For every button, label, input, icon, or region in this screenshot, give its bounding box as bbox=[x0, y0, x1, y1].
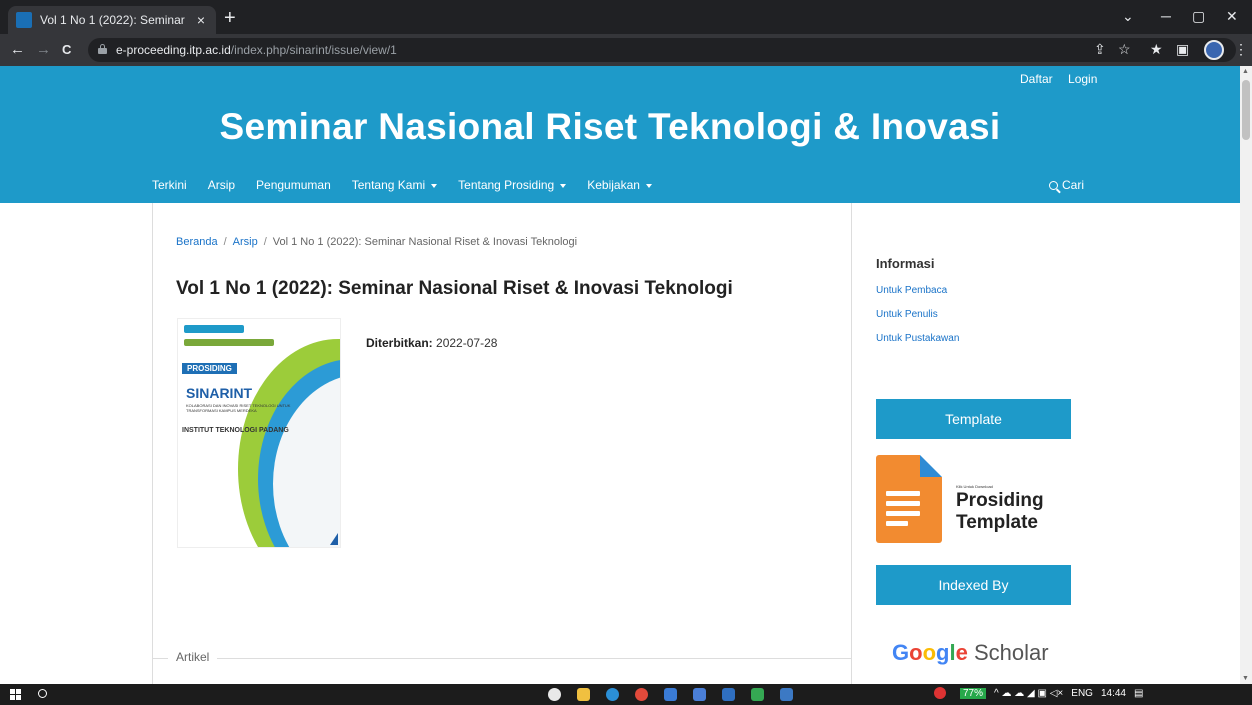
issue-cover-image[interactable]: PROSIDING SINARINT KOLABORASI DAN INOVAS… bbox=[177, 318, 341, 548]
edge-icon[interactable] bbox=[606, 688, 619, 701]
obs-icon[interactable] bbox=[548, 688, 561, 701]
indexed-by-button[interactable]: Indexed By bbox=[876, 565, 1071, 605]
site-favicon-icon bbox=[16, 12, 32, 28]
tray-app-icon[interactable] bbox=[934, 687, 946, 699]
cover-institution: INSTITUT TEKNOLOGI PADANG bbox=[182, 427, 289, 434]
nav-arsip[interactable]: Arsip bbox=[208, 178, 235, 192]
excel-icon[interactable] bbox=[751, 688, 764, 701]
site-header: Daftar Login Seminar Nasional Riset Tekn… bbox=[0, 66, 1240, 203]
url-text: e-proceeding.itp.ac.id/index.php/sinarin… bbox=[116, 43, 397, 57]
page-viewport: Daftar Login Seminar Nasional Riset Tekn… bbox=[0, 66, 1252, 684]
template-download-title[interactable]: Prosiding Template bbox=[956, 490, 1044, 534]
published-date: 2022-07-28 bbox=[436, 336, 498, 350]
main-nav: Terkini Arsip Pengumuman Tentang Kami Te… bbox=[152, 178, 673, 192]
browser-menu-icon[interactable]: ⋮ bbox=[1234, 42, 1248, 56]
store-icon[interactable] bbox=[664, 688, 677, 701]
sidebar-link-penulis[interactable]: Untuk Penulis bbox=[876, 309, 938, 320]
new-tab-button[interactable]: + bbox=[224, 8, 236, 28]
taskbar-apps bbox=[548, 688, 809, 701]
section-label-artikel: Artikel bbox=[168, 650, 218, 664]
google-scholar-logo[interactable]: Google Scholar bbox=[892, 640, 1049, 666]
sponsor-logos bbox=[184, 339, 274, 346]
tab-title: Vol 1 No 1 (2022): Seminar Nasio bbox=[40, 13, 186, 27]
search-icon bbox=[1049, 181, 1058, 190]
template-button[interactable]: Template bbox=[876, 399, 1071, 439]
sidebar-link-pustakawan[interactable]: Untuk Pustakawan bbox=[876, 333, 959, 344]
issue-title: Vol 1 No 1 (2022): Seminar Nasional Rise… bbox=[176, 278, 733, 299]
breadcrumb-current: Vol 1 No 1 (2022): Seminar Nasional Rise… bbox=[272, 236, 578, 248]
profile-avatar[interactable] bbox=[1204, 40, 1224, 60]
nav-terkini[interactable]: Terkini bbox=[152, 178, 187, 192]
minimize-button[interactable]: ─ bbox=[1161, 8, 1171, 24]
scroll-up-icon[interactable]: ▲ bbox=[1242, 68, 1249, 75]
published-label: Diterbitkan: bbox=[366, 336, 433, 350]
user-nav: Daftar Login bbox=[1020, 72, 1109, 86]
login-link[interactable]: Login bbox=[1068, 72, 1097, 86]
search-link[interactable]: Cari bbox=[1049, 178, 1084, 192]
taskbar-search-icon[interactable] bbox=[38, 689, 47, 698]
site-title[interactable]: Seminar Nasional Riset Teknologi & Inova… bbox=[0, 106, 1220, 148]
dropdown-caret-icon bbox=[560, 183, 567, 188]
scroll-down-icon[interactable]: ▼ bbox=[1242, 675, 1249, 682]
notification-icon[interactable]: ▤ bbox=[1134, 688, 1143, 699]
chrome-active-icon[interactable] bbox=[780, 688, 793, 701]
nav-tentang-prosiding[interactable]: Tentang Prosiding bbox=[458, 178, 567, 192]
nav-pengumuman[interactable]: Pengumuman bbox=[256, 178, 331, 192]
register-link[interactable]: Daftar bbox=[1020, 72, 1053, 86]
breadcrumb: Beranda / Arsip / Vol 1 No 1 (2022): Seminar… bbox=[176, 236, 578, 248]
template-download-hint: Klik Untuk Download bbox=[956, 484, 993, 489]
cover-tag: PROSIDING bbox=[182, 363, 237, 374]
forward-button[interactable]: → bbox=[36, 42, 51, 57]
sponsor-logos bbox=[184, 325, 244, 333]
taskbar-clock[interactable]: 14:44 bbox=[1101, 688, 1126, 699]
sidebar-heading: Informasi bbox=[876, 256, 935, 271]
chrome-icon[interactable] bbox=[635, 688, 648, 701]
nav-kebijakan[interactable]: Kebijakan bbox=[587, 178, 652, 192]
breadcrumb-arsip[interactable]: Arsip bbox=[233, 236, 258, 248]
windows-start-icon[interactable] bbox=[10, 689, 21, 700]
tray-icons[interactable]: ^ ☁ ☁ ◢ ▣ ◁× bbox=[994, 688, 1063, 699]
close-window-button[interactable]: ✕ bbox=[1226, 8, 1238, 25]
document-icon[interactable] bbox=[876, 455, 942, 543]
dropdown-caret-icon bbox=[645, 183, 652, 188]
browser-tab[interactable]: Vol 1 No 1 (2022): Seminar Nasio × bbox=[8, 6, 216, 34]
bookmark-star-icon[interactable]: ☆ bbox=[1118, 42, 1131, 56]
published-info: Diterbitkan: 2022-07-28 bbox=[366, 336, 497, 350]
reload-button[interactable]: C bbox=[62, 42, 71, 57]
system-tray: 77% ^ ☁ ☁ ◢ ▣ ◁× ENG 14:44 ▤ bbox=[934, 687, 1143, 699]
maximize-button[interactable]: ▢ bbox=[1192, 8, 1205, 25]
share-icon[interactable]: ⇪ bbox=[1094, 42, 1106, 56]
nav-tentang-kami[interactable]: Tentang Kami bbox=[352, 178, 438, 192]
side-panel-icon[interactable]: ▣ bbox=[1176, 42, 1189, 56]
extensions-icon[interactable]: ★ bbox=[1150, 42, 1163, 56]
battery-indicator[interactable]: 77% bbox=[960, 687, 987, 699]
address-bar[interactable]: e-proceeding.itp.ac.id/index.php/sinarin… bbox=[88, 38, 1236, 62]
lock-icon[interactable] bbox=[98, 44, 107, 54]
input-language[interactable]: ENG bbox=[1071, 688, 1093, 699]
browser-tab-bar: Vol 1 No 1 (2022): Seminar Nasio × + ⌄ ─… bbox=[0, 0, 1252, 34]
section-divider bbox=[152, 658, 852, 659]
tab-close-icon[interactable]: × bbox=[194, 12, 208, 28]
tab-list-icon[interactable]: ⌄ bbox=[1122, 8, 1134, 25]
mail-icon[interactable] bbox=[722, 688, 735, 701]
dropdown-caret-icon bbox=[431, 183, 438, 188]
windows-taskbar: 77% ^ ☁ ☁ ◢ ▣ ◁× ENG 14:44 ▤ bbox=[0, 684, 1252, 705]
cover-brand: SINARINT bbox=[186, 385, 253, 401]
sidebar-link-pembaca[interactable]: Untuk Pembaca bbox=[876, 285, 947, 296]
browser-toolbar: ← → C e-proceeding.itp.ac.id/index.php/s… bbox=[0, 34, 1252, 66]
breadcrumb-beranda[interactable]: Beranda bbox=[176, 236, 218, 248]
word-icon[interactable] bbox=[693, 688, 706, 701]
file-explorer-icon[interactable] bbox=[577, 688, 590, 701]
page-scrollbar[interactable]: ▲ ▼ bbox=[1240, 66, 1252, 684]
cover-subtitle: KOLABORASI DAN INOVASI RISET TEKNOLOGI U… bbox=[186, 403, 291, 413]
back-button[interactable]: ← bbox=[10, 42, 25, 57]
scroll-thumb[interactable] bbox=[1242, 80, 1250, 140]
